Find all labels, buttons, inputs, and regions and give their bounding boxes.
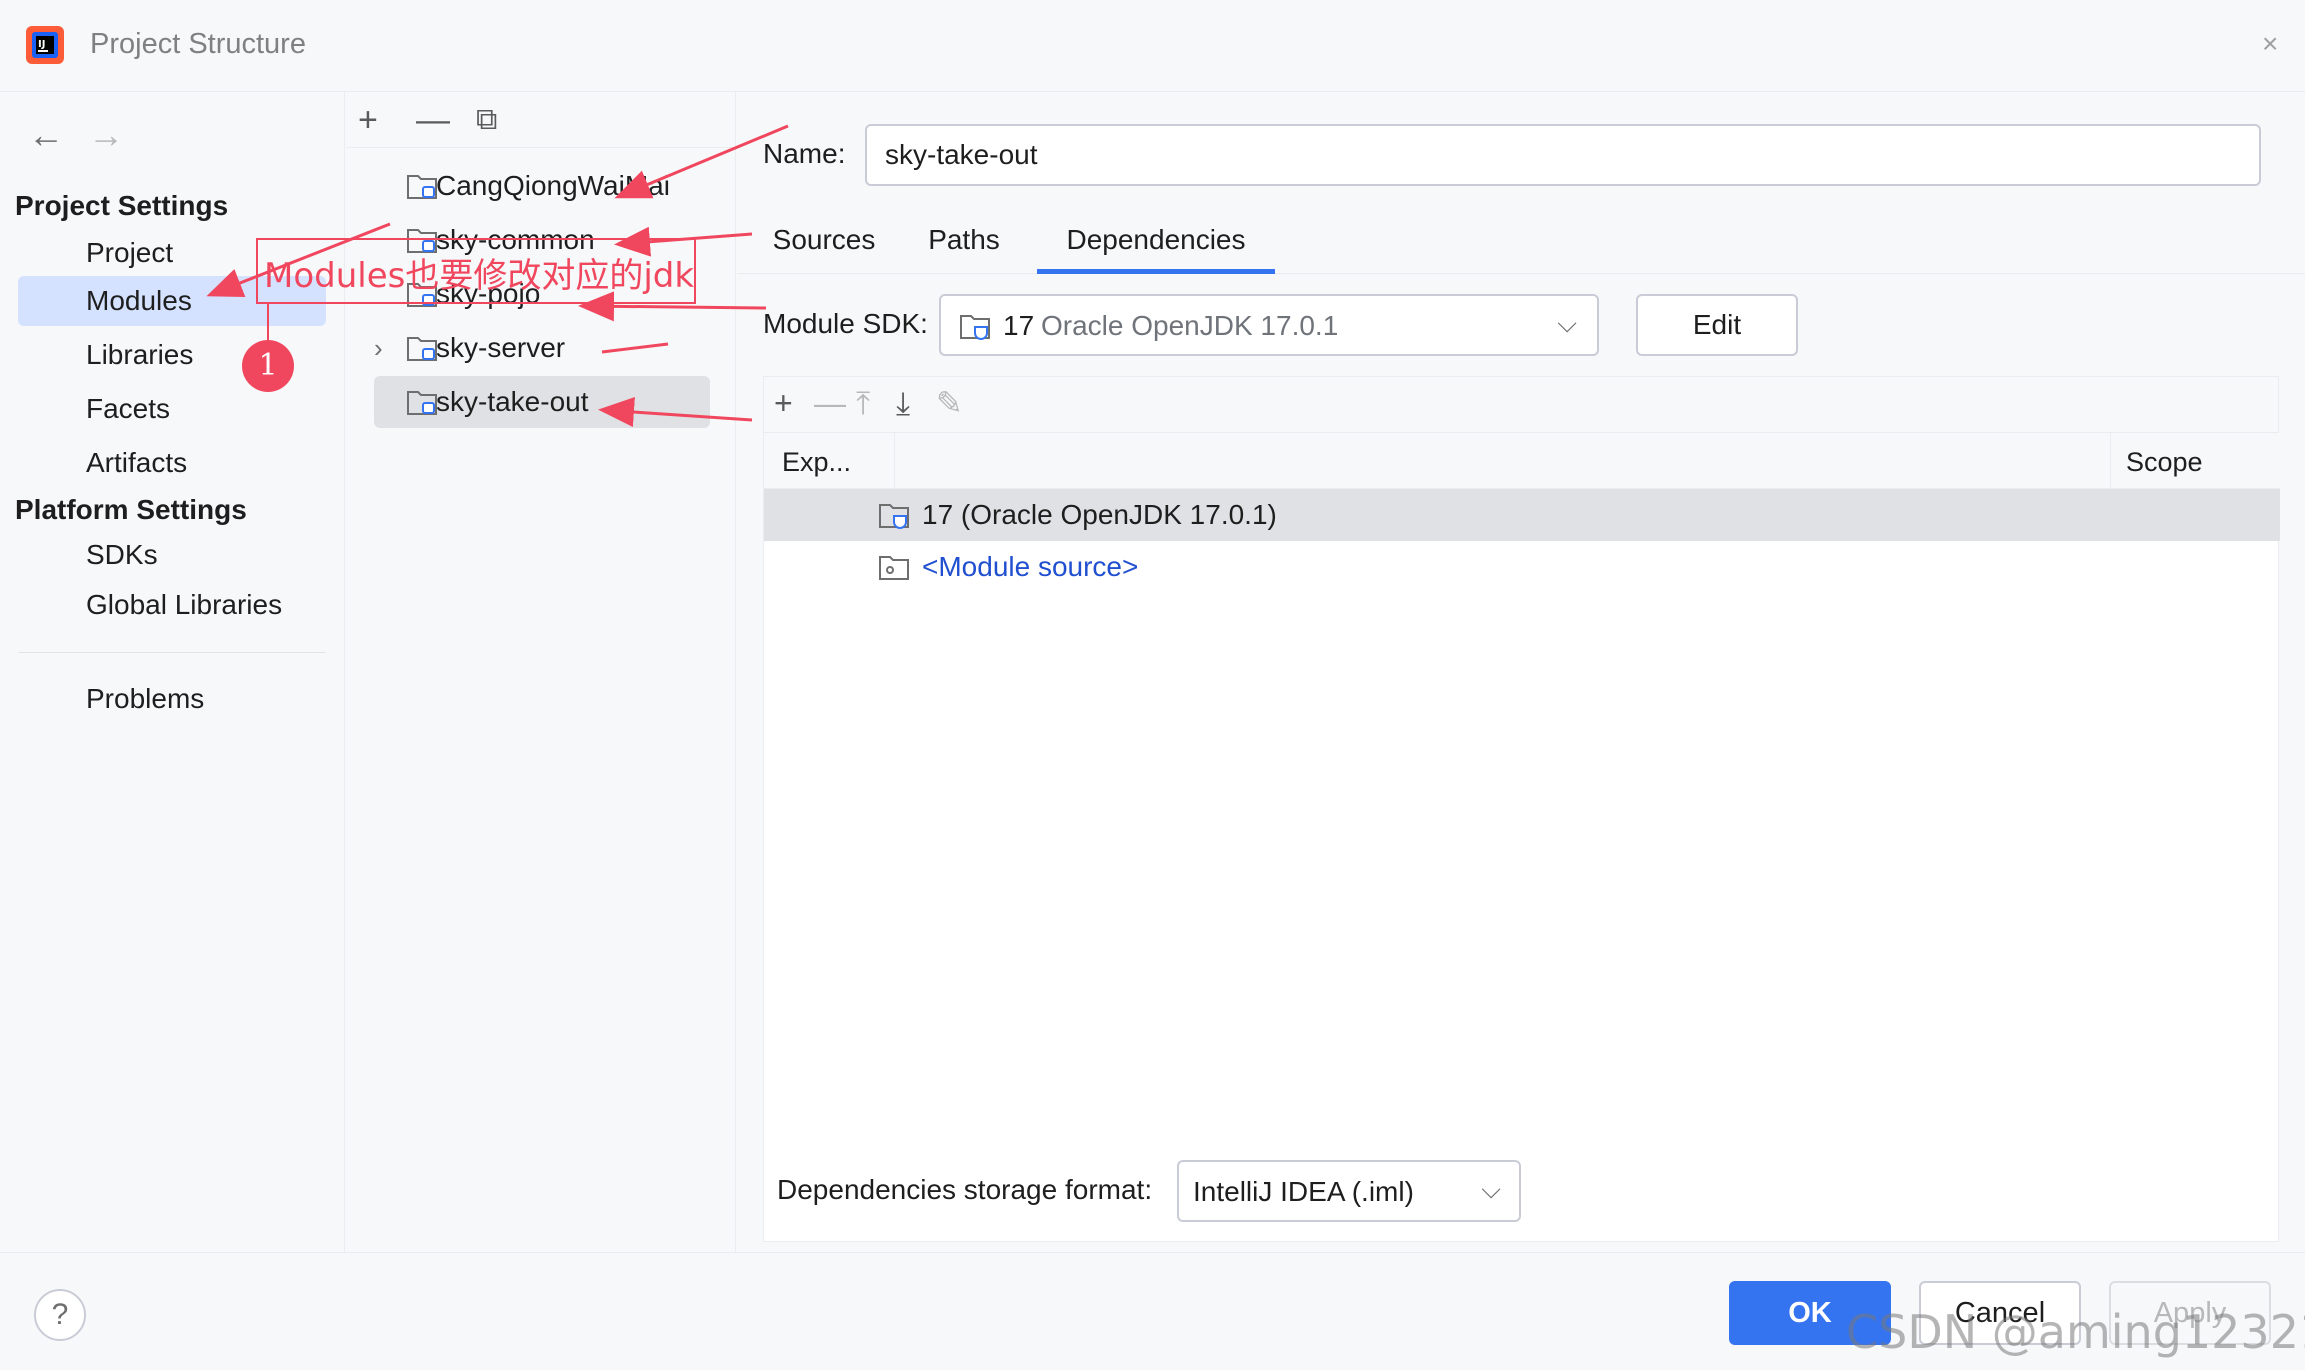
intellij-logo-icon: IJ xyxy=(26,26,64,64)
chevron-down-icon: ⌵ xyxy=(1557,308,1577,338)
column-divider xyxy=(2110,433,2111,489)
nav-divider xyxy=(18,652,326,653)
module-settings: Name: Sources Paths Dependencies Module … xyxy=(737,92,2305,1252)
nav-item-artifacts[interactable]: Artifacts xyxy=(18,438,326,488)
table-row-module-source[interactable]: <Module source> xyxy=(764,541,2280,593)
module-folder-icon xyxy=(407,283,437,307)
expand-chevron-icon[interactable]: › xyxy=(374,322,383,374)
name-label: Name: xyxy=(763,138,846,169)
source-folder-icon xyxy=(879,556,909,580)
module-item-sky-take-out[interactable]: sky-take-out xyxy=(374,376,710,428)
title-bar: IJ Project Structure × xyxy=(0,0,2305,92)
nav-item-problems[interactable]: Problems xyxy=(18,674,326,724)
watermark: CSDN @aming12321_ xyxy=(1846,1305,2305,1359)
nav-item-sdks[interactable]: SDKs xyxy=(18,530,326,580)
module-folder-icon xyxy=(407,391,437,415)
table-row-jdk[interactable]: 17 (Oracle OpenJDK 17.0.1) xyxy=(764,489,2280,541)
storage-format-dropdown[interactable]: IntelliJ IDEA (.iml) ⌵ xyxy=(1177,1160,1521,1222)
module-item-sky-server[interactable]: › sky-server xyxy=(346,322,682,374)
tab-sources[interactable]: Sources xyxy=(759,224,889,274)
module-name-input[interactable] xyxy=(865,124,2261,186)
storage-format-label: Dependencies storage format: xyxy=(777,1174,1153,1205)
module-folder-icon xyxy=(407,175,437,199)
column-export[interactable]: Exp... xyxy=(782,447,851,478)
help-button[interactable]: ? xyxy=(34,1289,86,1341)
nav-item-project[interactable]: Project xyxy=(18,228,326,278)
dependencies-table: Exp... Scope 17 (Oracle OpenJDK 17.0.1) … xyxy=(763,432,2280,1242)
modules-toolbar: + — ⧉ xyxy=(346,92,736,148)
chevron-down-icon: ⌵ xyxy=(1481,1174,1501,1204)
nav-item-facets[interactable]: Facets xyxy=(18,384,326,434)
tab-dependencies[interactable]: Dependencies xyxy=(1037,224,1275,274)
column-scope[interactable]: Scope xyxy=(2126,447,2203,478)
platform-settings-heading: Platform Settings xyxy=(15,494,247,525)
move-up-icon[interactable]: ⤒ xyxy=(856,383,870,423)
storage-format-value: IntelliJ IDEA (.iml) xyxy=(1193,1176,1414,1207)
forward-arrow-icon[interactable]: → xyxy=(88,114,124,156)
close-icon[interactable]: × xyxy=(2262,28,2278,60)
nav-item-libraries[interactable]: Libraries xyxy=(18,330,326,380)
dependencies-toolbar: + — ⤒ ⤓ ✎ xyxy=(763,376,2279,432)
nav-item-global-libraries[interactable]: Global Libraries xyxy=(18,580,326,630)
remove-dependency-icon[interactable]: — xyxy=(814,383,846,423)
module-folder-icon xyxy=(407,229,437,253)
add-dependency-icon[interactable]: + xyxy=(774,383,793,423)
svg-text:IJ: IJ xyxy=(38,39,45,50)
edit-dependency-icon[interactable]: ✎ xyxy=(936,383,963,423)
sdk-name: Oracle OpenJDK 17.0.1 xyxy=(1041,310,1339,341)
module-label: sky-take-out xyxy=(436,386,589,417)
dialog-footer: ? OK Cancel Apply CSDN @aming12321_ xyxy=(0,1252,2305,1370)
add-module-icon[interactable]: + xyxy=(358,100,378,140)
module-item-sky-common[interactable]: sky-common xyxy=(346,214,682,266)
remove-module-icon[interactable]: — xyxy=(416,100,450,140)
copy-module-icon[interactable]: ⧉ xyxy=(476,100,497,140)
module-label: sky-pojo xyxy=(436,278,541,309)
module-source-link[interactable]: <Module source> xyxy=(922,541,1138,593)
back-arrow-icon[interactable]: ← xyxy=(28,114,64,156)
project-structure-window: IJ Project Structure × ← → Project Setti… xyxy=(0,0,2305,1370)
modules-panel: + — ⧉ CangQiongWaiMai sky-common sky-poj… xyxy=(346,92,736,1252)
module-tabs: Sources Paths Dependencies xyxy=(737,212,2305,274)
module-sdk-label: Module SDK: xyxy=(763,308,928,339)
sdk-folder-icon xyxy=(960,315,990,340)
edit-sdk-button[interactable]: Edit xyxy=(1636,294,1798,356)
table-header: Exp... Scope xyxy=(764,433,2280,489)
sdk-folder-icon xyxy=(879,504,909,529)
dependency-label: 17 (Oracle OpenJDK 17.0.1) xyxy=(922,499,1277,530)
project-settings-heading: Project Settings xyxy=(15,190,229,221)
module-item-sky-pojo[interactable]: sky-pojo xyxy=(346,268,682,320)
move-down-icon[interactable]: ⤓ xyxy=(896,383,910,423)
module-item-cangqiongwaimai[interactable]: CangQiongWaiMai xyxy=(346,160,682,212)
nav-item-modules[interactable]: Modules xyxy=(18,276,326,326)
window-title: Project Structure xyxy=(90,28,306,60)
module-label: CangQiongWaiMai xyxy=(436,170,670,201)
module-label: sky-common xyxy=(436,224,595,255)
module-sdk-dropdown[interactable]: 17 Oracle OpenJDK 17.0.1 ⌵ xyxy=(939,294,1599,356)
tab-paths[interactable]: Paths xyxy=(907,224,1021,274)
module-label: sky-server xyxy=(436,332,566,363)
column-divider xyxy=(894,433,895,489)
module-folder-icon xyxy=(407,337,437,361)
settings-navigation: ← → Project Settings Project Modules Lib… xyxy=(0,92,345,1252)
sdk-version: 17 xyxy=(1003,310,1035,341)
